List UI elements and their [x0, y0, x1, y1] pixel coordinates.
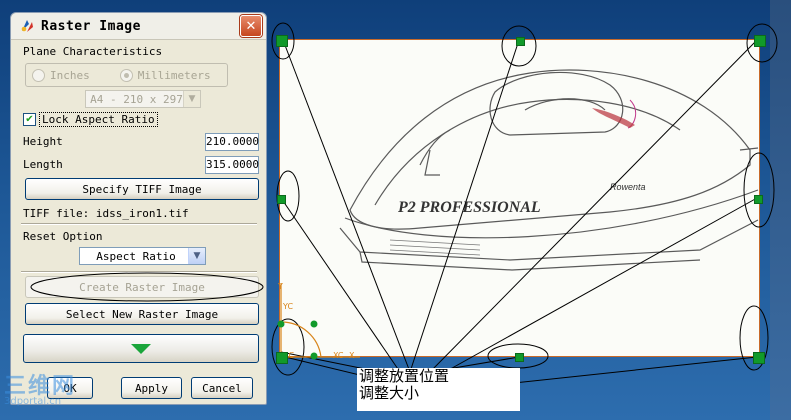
- separator: [21, 223, 257, 225]
- inches-radio-label: Inches: [50, 68, 90, 82]
- watermark-logo: 三维网 3dportal.cn: [4, 368, 76, 407]
- units-radio-group: Inches Millimeters: [25, 63, 228, 87]
- dialog-title: Raster Image: [41, 18, 141, 34]
- millimeters-radio[interactable]: Millimeters: [119, 68, 211, 82]
- nx-app-icon: [21, 20, 33, 32]
- height-label: Height: [23, 135, 63, 148]
- apply-button[interactable]: Apply: [121, 377, 182, 399]
- select-new-raster-image-button[interactable]: Select New Raster Image: [25, 303, 259, 325]
- handle-top-center[interactable]: [516, 37, 525, 46]
- reset-option-value: Aspect Ratio: [96, 249, 176, 263]
- cancel-button[interactable]: Cancel: [191, 377, 253, 399]
- title-bar[interactable]: Raster Image ✕: [11, 13, 266, 40]
- create-raster-image-button[interactable]: Create Raster Image: [25, 276, 259, 298]
- plane-characteristics-label: Plane Characteristics: [23, 45, 163, 58]
- handle-top-left[interactable]: [276, 35, 288, 47]
- annotation-size-text: 调整大小: [359, 384, 420, 402]
- handle-bottom-right[interactable]: [753, 352, 765, 364]
- steam-iron-image: P2 PROFESSIONAL Rowenta: [339, 69, 759, 271]
- handle-top-right[interactable]: [754, 35, 766, 47]
- separator: [21, 271, 257, 273]
- millimeters-radio-circle: [119, 68, 133, 82]
- handle-middle-left[interactable]: [277, 195, 286, 204]
- lock-aspect-ratio-checkbox[interactable]: ✔ Lock Aspect Ratio: [23, 112, 158, 127]
- inches-radio-circle: [32, 68, 45, 82]
- close-icon: ✕: [245, 18, 257, 34]
- millimeters-radio-label: Millimeters: [137, 68, 211, 82]
- handle-bottom-center[interactable]: [515, 353, 524, 362]
- chevron-down-icon: ▼: [183, 91, 200, 107]
- paper-size-value: A4 - 210 x 297: [90, 92, 183, 106]
- iron-brand-text: P2 PROFESSIONAL: [397, 199, 541, 216]
- lock-aspect-ratio-label: Lock Aspect Ratio: [39, 112, 158, 127]
- triangle-down-icon: [131, 343, 151, 354]
- specify-tiff-image-button[interactable]: Specify TIFF Image: [25, 178, 259, 200]
- chevron-down-icon: ▼: [188, 248, 205, 264]
- length-label: Length: [23, 158, 63, 171]
- height-input[interactable]: 210.0000: [205, 133, 259, 151]
- iron-maker-text: Rowenta: [610, 182, 646, 192]
- close-button[interactable]: ✕: [240, 15, 262, 37]
- annotation-callout: 调整放置位置 调整大小: [357, 368, 520, 411]
- expand-button[interactable]: [23, 334, 259, 363]
- length-input[interactable]: 315.0000: [205, 156, 259, 174]
- tiff-file-label: TIFF file: idss_iron1.tif: [23, 207, 189, 220]
- reset-option-label: Reset Option: [23, 230, 103, 243]
- raster-image-canvas[interactable]: P2 PROFESSIONAL Rowenta: [279, 39, 760, 357]
- checkmark-icon: ✔: [23, 113, 36, 126]
- handle-bottom-left[interactable]: [276, 352, 288, 364]
- inches-radio[interactable]: Inches: [32, 68, 90, 82]
- background-window-edge: [770, 0, 791, 420]
- reset-option-select[interactable]: Aspect Ratio ▼: [79, 247, 206, 265]
- annotation-position-text: 调整放置位置: [359, 367, 450, 385]
- handle-middle-right[interactable]: [754, 195, 763, 204]
- paper-size-select[interactable]: A4 - 210 x 297 ▼: [85, 90, 201, 108]
- raster-image-dialog: Raster Image ✕ Plane Characteristics Inc…: [10, 12, 267, 405]
